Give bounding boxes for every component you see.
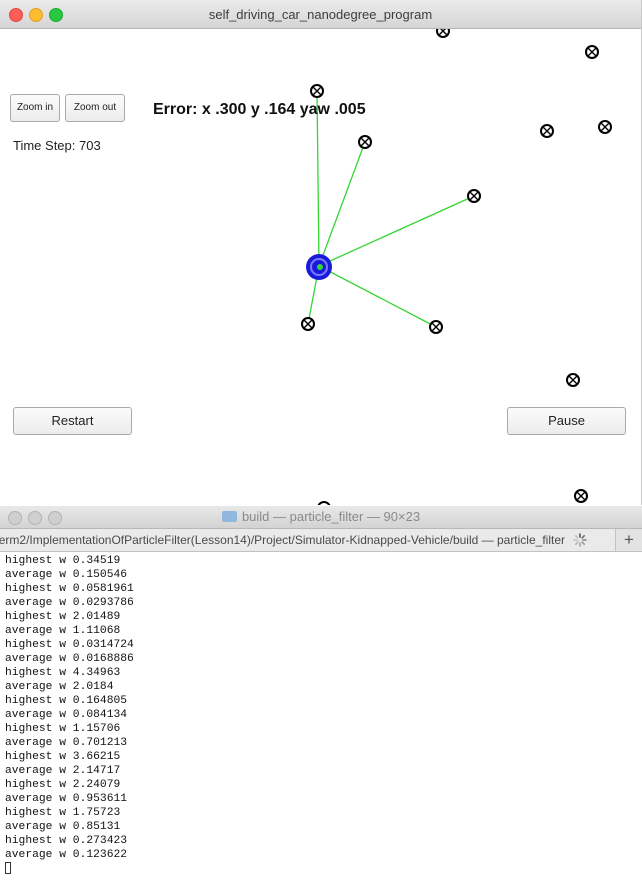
terminal-window: build — particle_filter — 90×23 ...erm2/…	[0, 506, 642, 881]
terminal-line: average w 0.123622	[5, 849, 128, 861]
terminal-line: average w 0.084134	[5, 709, 128, 721]
terminal-line: highest w 0.34519	[5, 555, 121, 567]
terminal-line: average w 0.701213	[5, 737, 128, 749]
terminal-line: highest w 0.273423	[5, 835, 128, 847]
landmark-marker	[310, 84, 324, 98]
terminal-prompt	[5, 862, 635, 876]
terminal-line: highest w 1.75723	[5, 807, 121, 819]
landmark-marker	[540, 124, 554, 138]
terminal-line: average w 0.0293786	[5, 597, 134, 609]
landmark-marker	[301, 317, 315, 331]
terminal-line: average w 1.11068	[5, 625, 121, 637]
terminal-line: average w 2.14717	[5, 765, 121, 777]
terminal-line: highest w 4.34963	[5, 667, 121, 679]
window-title: self_driving_car_nanodegree_program	[208, 7, 433, 22]
terminal-line: highest w 2.24079	[5, 779, 121, 791]
landmark-marker	[467, 189, 481, 203]
terminal-tab-label: ...erm2/ImplementationOfParticleFilter(L…	[0, 533, 565, 547]
zoom-in-button[interactable]: Zoom in	[10, 94, 60, 122]
terminal-tab-bar: ...erm2/ImplementationOfParticleFilter(L…	[0, 529, 642, 552]
pause-button[interactable]: Pause	[507, 407, 626, 435]
terminal-line: average w 0.150546	[5, 569, 128, 581]
terminal-line: highest w 0.0314724	[5, 639, 134, 651]
folder-icon	[221, 511, 237, 522]
landmark-marker	[585, 45, 599, 59]
observation-ray	[318, 195, 475, 267]
terminal-output[interactable]: highest w 0.34519 average w 0.150546 highe…	[5, 554, 635, 876]
observation-rays	[307, 90, 475, 328]
window-titlebar: self_driving_car_nanodegree_program	[0, 0, 641, 29]
restart-button[interactable]: Restart	[13, 407, 132, 435]
terminal-line: highest w 3.66215	[5, 751, 121, 763]
car-marker	[306, 254, 332, 280]
landmark-marker	[566, 373, 580, 387]
zoom-out-button[interactable]: Zoom out	[65, 94, 125, 122]
landmark-marker	[574, 489, 588, 503]
terminal-line: average w 0.953611	[5, 793, 128, 805]
landmark-marker	[429, 320, 443, 334]
landmark-marker	[317, 501, 331, 505]
terminal-tab[interactable]: ...erm2/ImplementationOfParticleFilter(L…	[0, 529, 616, 551]
terminal-title-text: build — particle_filter — 90×23	[241, 509, 421, 524]
terminal-line: highest w 0.0581961	[5, 583, 134, 595]
terminal-line: highest w 1.15706	[5, 723, 121, 735]
terminal-line: average w 2.0184	[5, 681, 114, 693]
terminal-titlebar: build — particle_filter — 90×23	[0, 506, 642, 529]
error-readout: Error: x .300 y .164 yaw .005	[153, 101, 366, 118]
time-step-label: Time Step: 703	[13, 138, 101, 153]
simulator-window: self_driving_car_nanodegree_program Zoom…	[0, 0, 642, 505]
activity-spinner-icon	[573, 533, 587, 547]
landmark-marker	[358, 135, 372, 149]
terminal-title: build — particle_filter — 90×23	[0, 509, 642, 524]
terminal-line: highest w 0.164805	[5, 695, 128, 707]
text-cursor	[5, 862, 11, 874]
observation-ray	[318, 265, 437, 328]
landmark-marker	[598, 120, 612, 134]
terminal-line: highest w 2.01489	[5, 611, 121, 623]
observation-ray	[318, 141, 366, 267]
terminal-line: average w 0.0168886	[5, 653, 134, 665]
terminal-line: average w 0.85131	[5, 821, 121, 833]
new-tab-button[interactable]: +	[617, 529, 641, 551]
